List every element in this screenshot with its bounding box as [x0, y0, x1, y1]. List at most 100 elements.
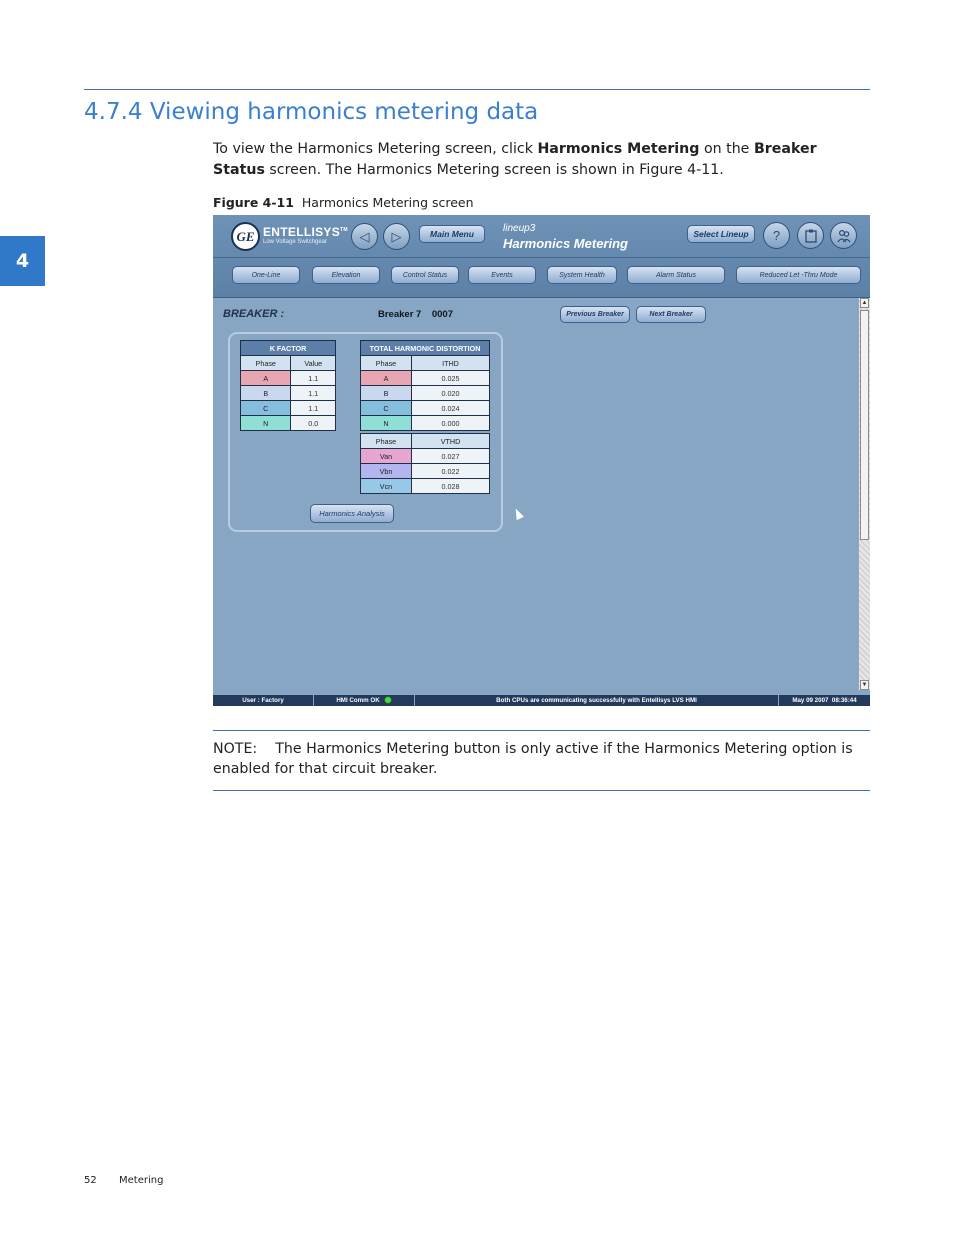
scroll-down-icon[interactable]: ▼: [860, 680, 869, 690]
table-row: A 0.025: [360, 370, 490, 386]
value-cell: 0.028: [411, 478, 490, 494]
header-divider: [213, 257, 870, 258]
screen-title: Harmonics Metering: [503, 236, 628, 251]
table-header-cell: Phase: [239, 355, 292, 371]
table-row: N 0.000: [360, 415, 490, 431]
phase-cell: B: [360, 385, 412, 401]
phase-cell: B: [239, 385, 292, 401]
mouse-cursor-icon: [512, 506, 524, 521]
value-cell: 0.027: [411, 448, 490, 464]
hmi-content: BREAKER : Breaker 7 0007 Previous Breake…: [213, 298, 858, 690]
lineup-name: lineup3: [503, 223, 536, 234]
value-cell: 0.025: [411, 370, 490, 386]
value-cell: 0.020: [411, 385, 490, 401]
breaker-name: Breaker 7 0007: [378, 309, 454, 320]
scrollbar-thumb[interactable]: [860, 310, 869, 540]
phase-cell: A: [239, 370, 292, 386]
value-cell: 0.024: [411, 400, 490, 416]
table-row: A 1.1: [239, 370, 336, 386]
main-menu-button[interactable]: Main Menu: [419, 225, 485, 243]
thd-title: TOTAL HARMONIC DISTORTION: [360, 340, 490, 356]
intro-bold-1: Harmonics Metering: [537, 141, 700, 157]
table-row: Vcn 0.028: [360, 478, 490, 494]
k-factor-table: K FACTOR Phase Value A 1.1 B 1.1 C 1.1 N 0.0: [239, 340, 336, 431]
value-cell: 1.1: [290, 400, 336, 416]
phase-cell: Van: [360, 448, 412, 464]
note-top-rule: [213, 730, 870, 731]
breaker-label: BREAKER :: [223, 308, 285, 320]
table-row: N 0.0: [239, 415, 336, 431]
nav-events[interactable]: Events: [468, 266, 536, 284]
section-title: 4.7.4 Viewing harmonics metering data: [84, 99, 539, 125]
clipboard-icon: [804, 229, 817, 243]
value-cell: 1.1: [290, 370, 336, 386]
nav-control-status[interactable]: Control Status: [391, 266, 459, 284]
intro-text-2: on the: [699, 141, 754, 157]
table-row: B 0.020: [360, 385, 490, 401]
chapter-tab: 4: [0, 236, 45, 286]
value-cell: 0.0: [290, 415, 336, 431]
back-button[interactable]: ◁: [351, 223, 378, 250]
table-row: C 0.024: [360, 400, 490, 416]
note-text: NOTE: The Harmonics Metering button is o…: [213, 741, 858, 777]
table-row: B 1.1: [239, 385, 336, 401]
brand-text: ENTELLISYS: [263, 225, 341, 239]
forward-arrow-icon: ▷: [391, 228, 402, 244]
harmonics-analysis-button[interactable]: Harmonics Analysis: [310, 504, 394, 523]
back-arrow-icon: ◁: [359, 228, 370, 244]
status-datetime: May 09 2007 08:36:44: [792, 697, 857, 704]
nav-system-health[interactable]: System Health: [547, 266, 617, 284]
status-user: User : Factory: [213, 695, 314, 706]
page-number: 52: [84, 1175, 97, 1186]
phase-cell: N: [360, 415, 412, 431]
top-rule: [84, 89, 870, 90]
intro-text-1: To view the Harmonics Metering screen, c…: [213, 141, 538, 157]
status-hmi-text: HMI Comm OK: [336, 697, 380, 704]
scroll-up-icon[interactable]: ▲: [860, 298, 869, 308]
forward-button[interactable]: ▷: [383, 223, 410, 250]
intro-paragraph: To view the Harmonics Metering screen, c…: [213, 139, 853, 181]
nav-alarm-status[interactable]: Alarm Status: [627, 266, 725, 284]
value-cell: 0.000: [411, 415, 490, 431]
vertical-scrollbar[interactable]: ▲ ▼: [858, 298, 870, 690]
brand-subtitle: Low Voltage Switchgear: [263, 239, 328, 245]
table-header-cell: Phase: [360, 355, 412, 371]
previous-breaker-button[interactable]: Previous Breaker: [560, 306, 630, 323]
value-cell: 0.022: [411, 463, 490, 479]
table-row: Vbn 0.022: [360, 463, 490, 479]
phase-cell: C: [360, 400, 412, 416]
help-button[interactable]: ?: [763, 222, 790, 249]
clipboard-button[interactable]: [797, 222, 824, 249]
phase-cell: A: [360, 370, 412, 386]
figure-number: Figure 4-11: [213, 195, 294, 210]
phase-cell: C: [239, 400, 292, 416]
nav-reduced-let-thru[interactable]: Reduced Let -Thru Mode: [736, 266, 861, 284]
table-header-cell: Value: [290, 355, 336, 371]
status-message: Both CPUs are communicating successfully…: [415, 695, 779, 706]
users-icon: [837, 229, 850, 242]
intro-text-3: screen. The Harmonics Metering screen is…: [264, 162, 724, 178]
help-icon: ?: [772, 228, 781, 243]
phase-cell: Vbn: [360, 463, 412, 479]
nav-elevation[interactable]: Elevation: [312, 266, 380, 284]
table-header-cell: ITHD: [411, 355, 490, 371]
table-header-cell: VTHD: [411, 433, 490, 449]
status-led-icon: [383, 696, 392, 705]
figure-caption-text: Harmonics Metering screen: [301, 195, 474, 210]
value-cell: 1.1: [290, 385, 336, 401]
hmi-header: GE ENTELLISYSTM Low Voltage Switchgear ◁…: [213, 215, 870, 298]
next-breaker-button[interactable]: Next Breaker: [636, 306, 706, 323]
table-row: C 1.1: [239, 400, 336, 416]
ge-logo: GE: [231, 222, 260, 251]
phase-cell: N: [239, 415, 292, 431]
table-row: Van 0.027: [360, 448, 490, 464]
thd-current-table: TOTAL HARMONIC DISTORTION Phase ITHD A 0.0…: [360, 340, 490, 431]
footer-section: Metering: [119, 1175, 164, 1186]
figure-caption: Figure 4-11 Harmonics Metering screen: [213, 195, 474, 210]
thd-voltage-table: Phase VTHD Van 0.027 Vbn 0.022 Vcn 0.028: [360, 433, 490, 494]
select-lineup-button[interactable]: Select Lineup: [687, 225, 755, 243]
users-button[interactable]: [830, 222, 857, 249]
nav-one-line[interactable]: One-Line: [232, 266, 300, 284]
status-bar: User : Factory HMI Comm OK Both CPUs are…: [213, 695, 870, 706]
brand-name: ENTELLISYSTM: [263, 225, 348, 239]
